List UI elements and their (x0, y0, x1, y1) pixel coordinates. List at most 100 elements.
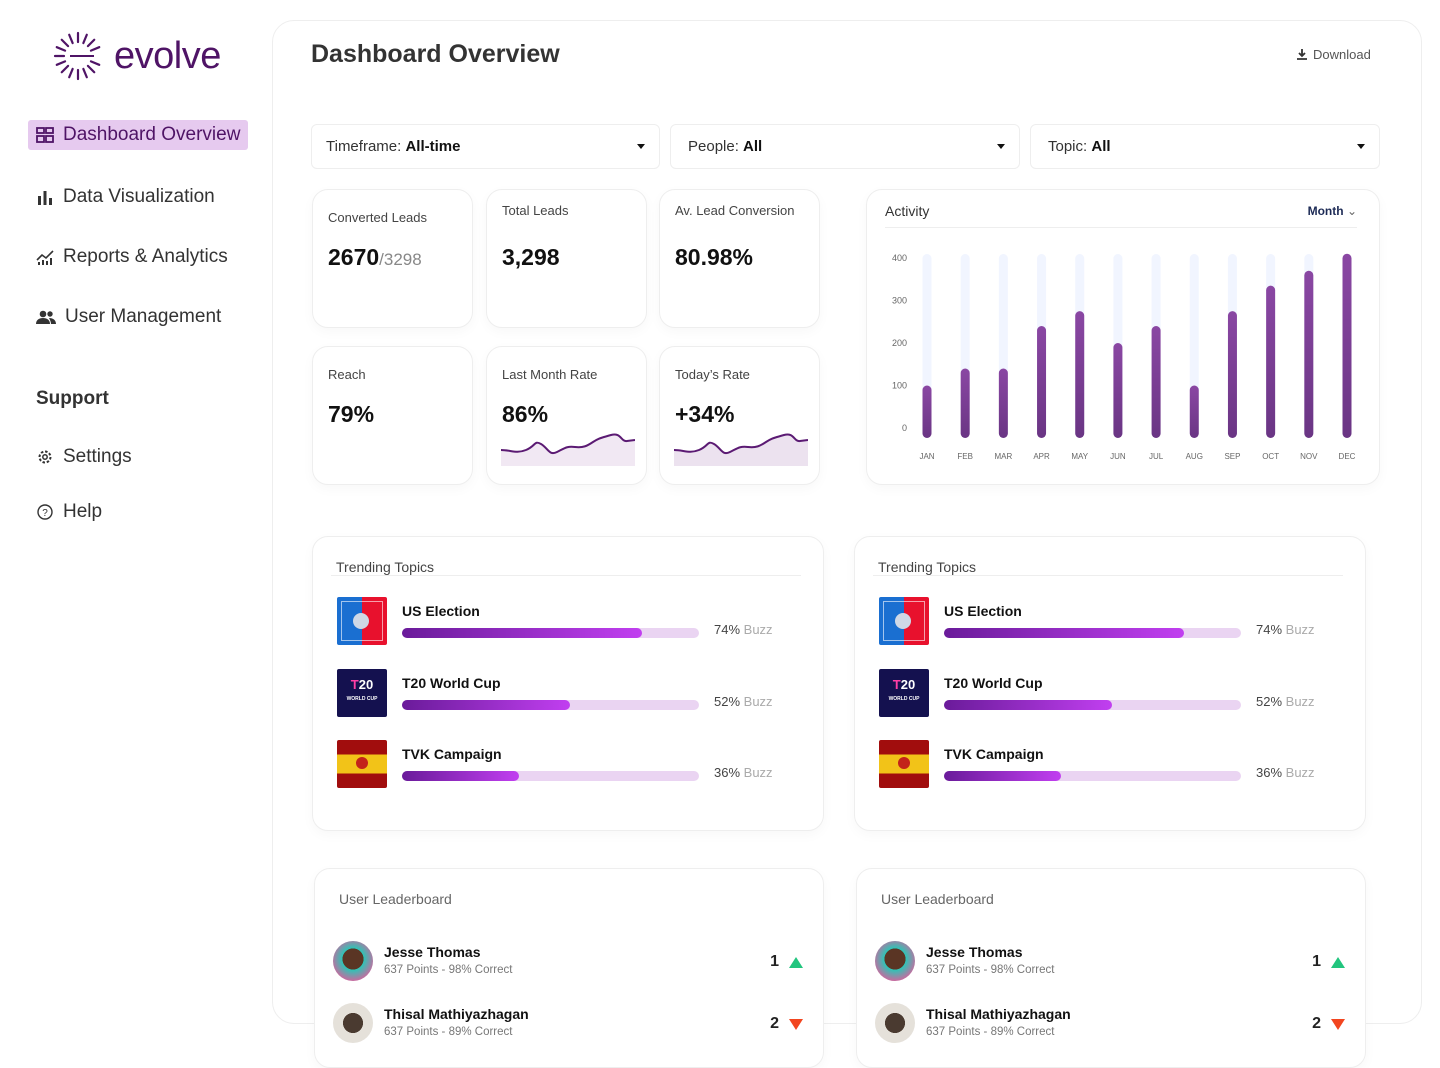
buzz-percent: 52% Buzz (714, 694, 773, 709)
sidebar-item-help[interactable]: ? Help (28, 497, 110, 527)
sidebar-item-label: Settings (63, 446, 132, 467)
user-stats: 637 Points - 98% Correct (384, 964, 513, 976)
topic-thumbnail (337, 740, 387, 788)
buzz-progress-fill (944, 628, 1184, 638)
stat-value: 3,298 (502, 244, 560, 270)
sunburst-logo-icon (53, 31, 101, 81)
buzz-progress-bar (944, 771, 1241, 781)
topic-thumbnail (337, 597, 387, 645)
topic-thumbnail (879, 740, 929, 788)
topic-thumbnail (879, 597, 929, 645)
topic-item[interactable]: US Election 74% Buzz (879, 597, 1339, 649)
buzz-progress-bar (944, 628, 1241, 638)
bar-jul (1151, 326, 1161, 438)
topic-name: T20 World Cup (402, 675, 501, 691)
topic-item[interactable]: US Election 74% Buzz (337, 597, 797, 649)
avatar (875, 1003, 915, 1043)
sidebar-item-user-management[interactable]: User Management (28, 302, 229, 332)
buzz-value: 74% (1256, 622, 1283, 637)
bar-dec (1342, 253, 1352, 438)
download-label: Download (1313, 47, 1371, 62)
bar-jun (1113, 343, 1123, 438)
timeframe-filter[interactable]: Timeframe: All-time (311, 124, 660, 169)
user-leaderboard-card: User Leaderboard Jesse Thomas 637 Points -… (314, 868, 824, 1068)
buzz-value: 36% (1256, 765, 1283, 780)
buzz-progress-bar (402, 771, 699, 781)
download-icon (1297, 49, 1307, 60)
topic-item[interactable]: T20 WORLD CUP T20 World Cup 52% Buzz (337, 669, 797, 721)
sidebar-item-reports-analytics[interactable]: Reports & Analytics (28, 242, 236, 272)
sidebar-item-settings[interactable]: Settings (28, 442, 140, 472)
sidebar-item-dashboard-overview[interactable]: Dashboard Overview (28, 120, 249, 150)
x-tick-label: JUL (1149, 452, 1164, 461)
activity-bar-chart: 0 100 200 300 400 JAN FEB MAR APR MAY JUN JUL AUG SEP… (892, 253, 1356, 461)
leaderboard-row[interactable]: Thisal Mathiyazhagan 637 Points - 89% Cor… (333, 1003, 803, 1047)
y-tick-label: 300 (892, 296, 907, 306)
user-name: Thisal Mathiyazhagan (926, 1006, 1071, 1022)
x-tick-label: MAY (1071, 452, 1088, 461)
dashboard-icon (36, 127, 54, 143)
user-stats: 637 Points - 98% Correct (926, 964, 1055, 976)
sparkline (501, 433, 635, 466)
buzz-label: Buzz (1285, 694, 1315, 709)
leaderboard-row[interactable]: Thisal Mathiyazhagan 637 Points - 89% Cor… (875, 1003, 1345, 1047)
user-rank: 1 (770, 953, 779, 970)
x-tick-label: JAN (919, 452, 934, 461)
topic-item[interactable]: T20 WORLD CUP T20 World Cup 52% Buzz (879, 669, 1339, 721)
bar-mar (998, 368, 1008, 438)
buzz-value: 52% (714, 694, 741, 709)
y-tick-label: 400 (892, 253, 907, 263)
topic-thumbnail: T20 WORLD CUP (337, 669, 387, 717)
y-tick-label: 0 (902, 423, 907, 433)
caret-down-icon (997, 144, 1005, 149)
sidebar-item-label: Help (63, 501, 103, 522)
x-tick-label: DEC (1339, 452, 1356, 461)
stat-label: Reach (328, 367, 366, 382)
caret-down-icon (637, 144, 645, 149)
leaderboard-row[interactable]: Jesse Thomas 637 Points - 98% Correct 1 (875, 941, 1345, 985)
brand-logo[interactable]: evolve (52, 30, 221, 82)
stat-card-converted-leads: Converted Leads 2670/3298 (312, 189, 473, 328)
bar-feb (960, 368, 970, 438)
brand-name: evolve (114, 34, 221, 77)
filter-value: All (1091, 138, 1111, 155)
download-button[interactable]: Download (1296, 47, 1371, 62)
buzz-label: Buzz (743, 765, 773, 780)
avatar (333, 1003, 373, 1043)
topic-filter[interactable]: Topic: All (1030, 124, 1380, 169)
filter-label: Topic: (1048, 138, 1088, 155)
bar-nov (1304, 270, 1314, 438)
sidebar-item-label: Data Visualization (63, 186, 215, 207)
bar-chart-icon (38, 191, 52, 205)
users-icon (36, 310, 56, 324)
topic-item[interactable]: TVK Campaign 36% Buzz (337, 740, 797, 792)
user-stats: 637 Points - 89% Correct (926, 1026, 1055, 1038)
people-filter[interactable]: People: All (670, 124, 1020, 169)
x-tick-label: JUN (1110, 452, 1126, 461)
user-rank: 1 (1312, 953, 1321, 970)
user-leaderboard-card: User Leaderboard Jesse Thomas 637 Points -… (856, 868, 1366, 1068)
topic-name: TVK Campaign (944, 746, 1044, 762)
buzz-progress-bar (402, 700, 699, 710)
svg-text:?: ? (42, 508, 48, 519)
trend-down-icon (1331, 1019, 1345, 1030)
leaderboard-row[interactable]: Jesse Thomas 637 Points - 98% Correct 1 (333, 941, 803, 985)
x-tick-label: FEB (957, 452, 973, 461)
filter-label: Timeframe: (326, 138, 402, 155)
topic-item[interactable]: TVK Campaign 36% Buzz (879, 740, 1339, 792)
buzz-progress-fill (944, 771, 1061, 781)
user-rank: 2 (1312, 1015, 1321, 1032)
divider (331, 575, 801, 576)
stat-label: Av. Lead Conversion (675, 203, 795, 218)
sidebar-item-data-visualization[interactable]: Data Visualization (28, 182, 223, 212)
stat-card-last-month-rate: Last Month Rate 86% (486, 346, 647, 485)
card-title: Trending Topics (336, 559, 435, 575)
buzz-percent: 52% Buzz (1256, 694, 1315, 709)
caret-down-icon (1357, 144, 1365, 149)
stat-value-main: 2670 (328, 244, 380, 270)
buzz-percent: 74% Buzz (1256, 622, 1315, 637)
bar-oct (1266, 285, 1276, 438)
stat-label: Converted Leads (328, 210, 428, 225)
stat-value: 80.98% (675, 244, 754, 270)
stat-label: Last Month Rate (502, 367, 598, 382)
